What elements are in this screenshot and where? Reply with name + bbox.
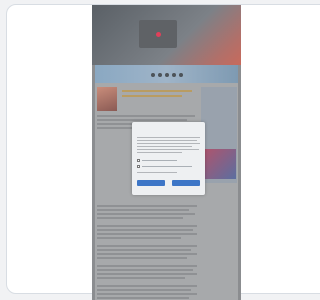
text-line (97, 217, 183, 219)
phone-screenshot[interactable] (92, 5, 241, 300)
dialog-text-line (137, 143, 200, 145)
text-line (97, 285, 197, 287)
dialog-text-line (137, 137, 200, 139)
text-line (97, 289, 191, 291)
text-line (97, 273, 197, 275)
reject-button[interactable] (137, 180, 165, 186)
text-line (97, 209, 189, 211)
text-line (97, 119, 187, 121)
cookie-consent-dialog (132, 122, 205, 195)
text-line (97, 249, 191, 251)
checkbox[interactable] (137, 159, 140, 162)
text-line (97, 237, 181, 239)
text-line (97, 115, 195, 117)
nav-dot-icon[interactable] (150, 73, 155, 77)
text-line (97, 213, 195, 215)
option-label (142, 166, 192, 168)
nav-dot-icon[interactable] (157, 73, 162, 77)
website-page (95, 65, 238, 300)
consent-option[interactable] (137, 159, 197, 163)
phone-top-header-image (92, 5, 241, 65)
text-line (97, 277, 185, 279)
video-thumbnail[interactable] (139, 20, 177, 48)
dialog-text-line (137, 172, 177, 174)
checkbox[interactable] (137, 165, 140, 168)
text-line (97, 269, 193, 271)
text-line (97, 265, 197, 267)
consent-option[interactable] (137, 165, 197, 169)
accept-button[interactable] (172, 180, 200, 186)
text-line (97, 229, 193, 231)
dialog-text-line (137, 149, 199, 151)
article-headline[interactable] (122, 90, 192, 92)
nav-dot-icon[interactable] (171, 73, 176, 77)
dialog-text-line (137, 152, 182, 154)
text-line (97, 253, 197, 255)
article-headline-line (122, 95, 182, 97)
article-image (97, 87, 117, 111)
nav-dot-icon[interactable] (178, 73, 183, 77)
text-line (97, 205, 197, 207)
text-line (97, 245, 197, 247)
record-dot-icon (156, 32, 161, 37)
site-nav (95, 73, 238, 78)
dialog-title (136, 128, 201, 133)
option-label (142, 160, 177, 162)
text-line (97, 233, 197, 235)
dialog-text-line (137, 140, 197, 142)
text-line (97, 257, 187, 259)
dialog-text-line (137, 146, 192, 148)
nav-dot-icon[interactable] (164, 73, 169, 77)
text-line (97, 293, 197, 295)
text-line (97, 297, 189, 299)
sidebar-image[interactable] (202, 149, 236, 179)
text-line (97, 225, 197, 227)
